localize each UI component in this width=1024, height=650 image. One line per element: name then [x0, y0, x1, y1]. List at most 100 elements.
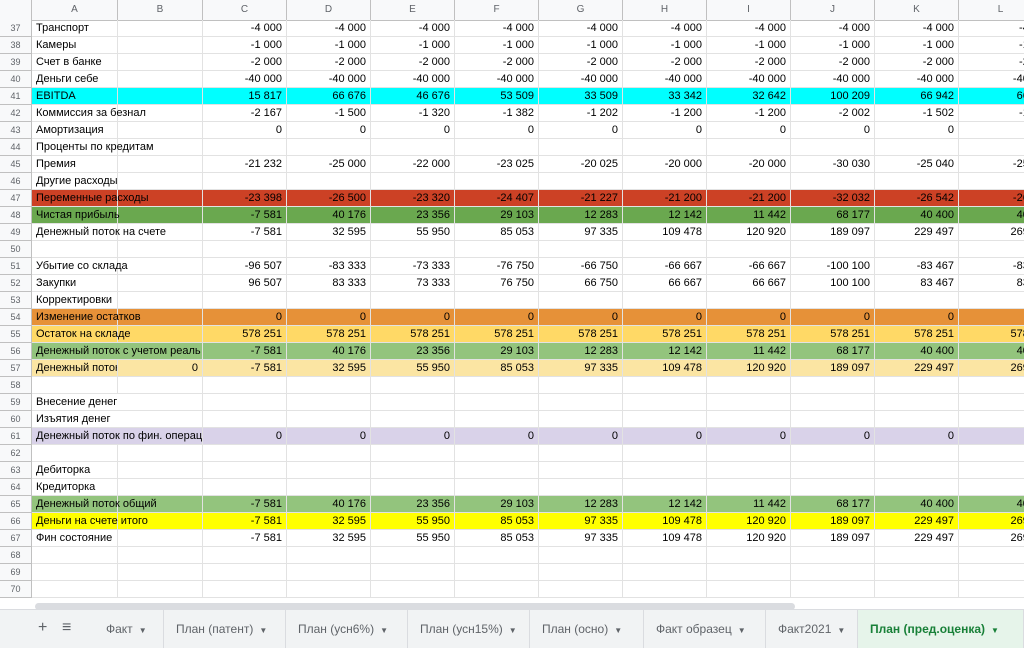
cell-value[interactable]: 12 283	[539, 496, 623, 513]
cell-value[interactable]: 12 142	[623, 207, 707, 224]
cell-value[interactable]: -66 667	[707, 258, 791, 275]
cell-value[interactable]: 23 356	[371, 343, 455, 360]
cell-value[interactable]	[875, 292, 959, 309]
cell-value[interactable]: 578 251	[455, 326, 539, 343]
cell-value[interactable]: 120 920	[707, 360, 791, 377]
cell-value[interactable]: 73 333	[371, 275, 455, 292]
cell-value[interactable]: -40 000	[203, 71, 287, 88]
cell-value[interactable]	[287, 292, 371, 309]
cell-value[interactable]	[791, 241, 875, 258]
column-header-j[interactable]: J	[791, 0, 875, 20]
cell-value[interactable]: 229 497	[875, 530, 959, 547]
cell-value[interactable]	[287, 394, 371, 411]
select-all-corner[interactable]	[0, 0, 32, 20]
cell-value[interactable]	[623, 581, 707, 598]
chevron-down-icon[interactable]: ▼	[509, 626, 517, 635]
row-number[interactable]: 57	[0, 360, 32, 377]
cell-value[interactable]: 269 8	[959, 530, 1024, 547]
cell-value[interactable]: 68 177	[791, 207, 875, 224]
cell-b[interactable]	[118, 258, 203, 275]
cell-value[interactable]	[371, 241, 455, 258]
cell-value[interactable]	[791, 445, 875, 462]
cell-value[interactable]	[707, 173, 791, 190]
cell-value[interactable]: -7 581	[203, 224, 287, 241]
cell-value[interactable]: 12 283	[539, 343, 623, 360]
cell-value[interactable]	[959, 411, 1024, 428]
cell-value[interactable]: -4 000	[707, 20, 791, 37]
cell-value[interactable]: 578 251	[287, 326, 371, 343]
cell-value[interactable]	[959, 564, 1024, 581]
cell-value[interactable]	[707, 564, 791, 581]
cell-value[interactable]	[287, 377, 371, 394]
cell-value[interactable]	[791, 547, 875, 564]
sheet-tab[interactable]: План (усн15%) ▼	[408, 610, 530, 648]
cell-value[interactable]	[539, 564, 623, 581]
row-number[interactable]: 64	[0, 479, 32, 496]
cell-value[interactable]: -4 000	[539, 20, 623, 37]
cell-value[interactable]: -40 000	[791, 71, 875, 88]
cell-label[interactable]: Транспорт	[32, 20, 118, 37]
cell-value[interactable]: 85 053	[455, 224, 539, 241]
cell-value[interactable]: 32 642	[707, 88, 791, 105]
cell-value[interactable]: 23 356	[371, 496, 455, 513]
cell-value[interactable]: -40 0	[959, 71, 1024, 88]
row-number[interactable]: 60	[0, 411, 32, 428]
cell-value[interactable]: 11 442	[707, 496, 791, 513]
cell-value[interactable]: -1 320	[371, 105, 455, 122]
cell-value[interactable]: -1 200	[707, 105, 791, 122]
cell-value[interactable]	[707, 445, 791, 462]
cell-value[interactable]	[371, 411, 455, 428]
cell-b[interactable]	[118, 326, 203, 343]
cell-value[interactable]: 66 676	[287, 88, 371, 105]
cell-value[interactable]	[203, 139, 287, 156]
cell-value[interactable]: 0	[455, 309, 539, 326]
cell-value[interactable]	[959, 139, 1024, 156]
cell-value[interactable]	[455, 581, 539, 598]
cell-label[interactable]: Амортизация	[32, 122, 118, 139]
cell-value[interactable]	[875, 139, 959, 156]
cell-value[interactable]	[371, 377, 455, 394]
cell-label[interactable]: Камеры	[32, 37, 118, 54]
cell-value[interactable]: 120 920	[707, 224, 791, 241]
cell-value[interactable]: 0	[371, 122, 455, 139]
cell-value[interactable]: -66 667	[623, 258, 707, 275]
cell-value[interactable]	[539, 394, 623, 411]
cell-value[interactable]: -25 0	[959, 156, 1024, 173]
cell-value[interactable]: -4 0	[959, 20, 1024, 37]
cell-value[interactable]: -30 030	[791, 156, 875, 173]
cell-b[interactable]	[118, 156, 203, 173]
row-number[interactable]: 70	[0, 581, 32, 598]
cell-value[interactable]	[791, 564, 875, 581]
cell-value[interactable]: -22 000	[371, 156, 455, 173]
cell-value[interactable]: 0	[203, 122, 287, 139]
cell-label[interactable]: Коммиссия за безнал	[32, 105, 146, 122]
row-number[interactable]: 55	[0, 326, 32, 343]
cell-value[interactable]	[875, 547, 959, 564]
cell-value[interactable]	[959, 445, 1024, 462]
cell-value[interactable]: -1 000	[287, 37, 371, 54]
cell-value[interactable]	[539, 173, 623, 190]
cell-value[interactable]	[791, 377, 875, 394]
cell-value[interactable]: 120 920	[707, 530, 791, 547]
cell-value[interactable]	[203, 241, 287, 258]
cell-value[interactable]: 109 478	[623, 513, 707, 530]
cell-value[interactable]: 12 283	[539, 207, 623, 224]
cell-label[interactable]: Убытие со склада	[32, 258, 128, 275]
cell-value[interactable]	[623, 479, 707, 496]
cell-value[interactable]	[707, 547, 791, 564]
cell-value[interactable]: -2 000	[455, 54, 539, 71]
cell-value[interactable]	[371, 581, 455, 598]
cell-value[interactable]: 0	[371, 309, 455, 326]
cell-value[interactable]	[203, 292, 287, 309]
cell-value[interactable]	[287, 173, 371, 190]
cell-label[interactable]: Проценты по кредитам	[32, 139, 154, 156]
cell-value[interactable]: 66 750	[539, 275, 623, 292]
row-number[interactable]: 50	[0, 241, 32, 258]
cell-value[interactable]: -4 000	[455, 20, 539, 37]
cell-value[interactable]: -23 320	[371, 190, 455, 207]
chevron-down-icon[interactable]: ▼	[380, 626, 388, 635]
cell-value[interactable]: -83 333	[287, 258, 371, 275]
cell-value[interactable]: -2 000	[791, 54, 875, 71]
cell-value[interactable]	[203, 445, 287, 462]
cell-value[interactable]	[455, 173, 539, 190]
